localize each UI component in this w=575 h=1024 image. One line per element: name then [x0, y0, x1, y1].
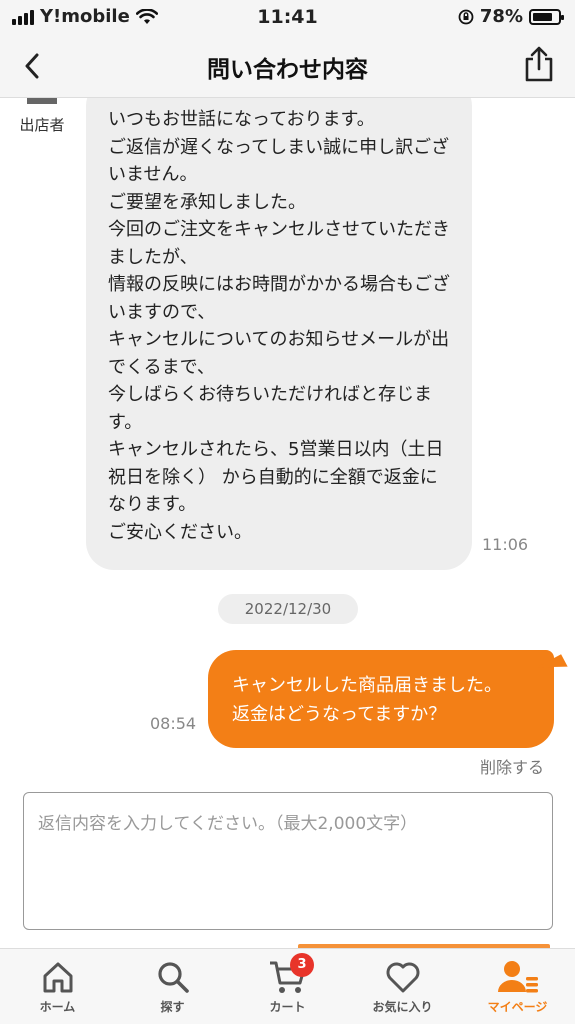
share-icon [525, 46, 553, 82]
store-icon [27, 98, 57, 104]
outgoing-message: キャンセルした商品届きました。 返金はどうなってますか？ [208, 650, 554, 748]
incoming-time: 11:06 [482, 535, 529, 554]
tab-bar: ホーム 探す 3 カート お気に入り マイページ [0, 948, 575, 1024]
cart-badge: 3 [290, 953, 314, 977]
date-divider: 2022/12/30 [218, 594, 358, 624]
tab-mypage[interactable]: マイページ [460, 949, 575, 1024]
tab-cart[interactable]: 3 カート [230, 949, 345, 1024]
search-icon [157, 962, 189, 993]
heart-icon [386, 962, 419, 993]
tab-mypage-label: マイページ [487, 1000, 548, 1014]
tab-search[interactable]: 探す [115, 949, 230, 1024]
status-bar: Y!mobile 11:41 78% [0, 0, 575, 34]
outgoing-time: 08:54 [150, 714, 197, 733]
battery-icon [529, 8, 564, 25]
shop-avatar: 出店者 [16, 98, 68, 135]
tab-home-label: ホーム [39, 1000, 76, 1014]
tab-favorites-label: お気に入り [372, 1000, 433, 1014]
home-icon [43, 962, 72, 993]
incoming-message: いつもお世話になっております。 ご返信が遅くなってしまい誠に申し訳ございません。… [86, 98, 472, 570]
page-title: 問い合わせ内容 [207, 57, 368, 83]
orientation-lock-icon [458, 9, 474, 24]
tab-search-label: 探す [160, 1000, 185, 1014]
battery-percent: 78% [479, 6, 523, 27]
delete-message-link[interactable]: 削除する [480, 754, 544, 778]
tab-favorites[interactable]: お気に入り [345, 949, 460, 1024]
user-icon [497, 961, 538, 993]
reply-input[interactable]: 返信内容を入力してください。（最大2,000文字） [23, 792, 553, 930]
nav-bar: 問い合わせ内容 [0, 34, 575, 98]
shop-label: 出店者 [19, 116, 65, 134]
share-button[interactable] [521, 44, 557, 84]
tab-cart-label: カート [269, 1000, 306, 1014]
status-right: 78% [458, 6, 564, 27]
reply-placeholder: 返信内容を入力してください。（最大2,000文字） [38, 814, 418, 834]
tab-home[interactable]: ホーム [0, 949, 115, 1024]
